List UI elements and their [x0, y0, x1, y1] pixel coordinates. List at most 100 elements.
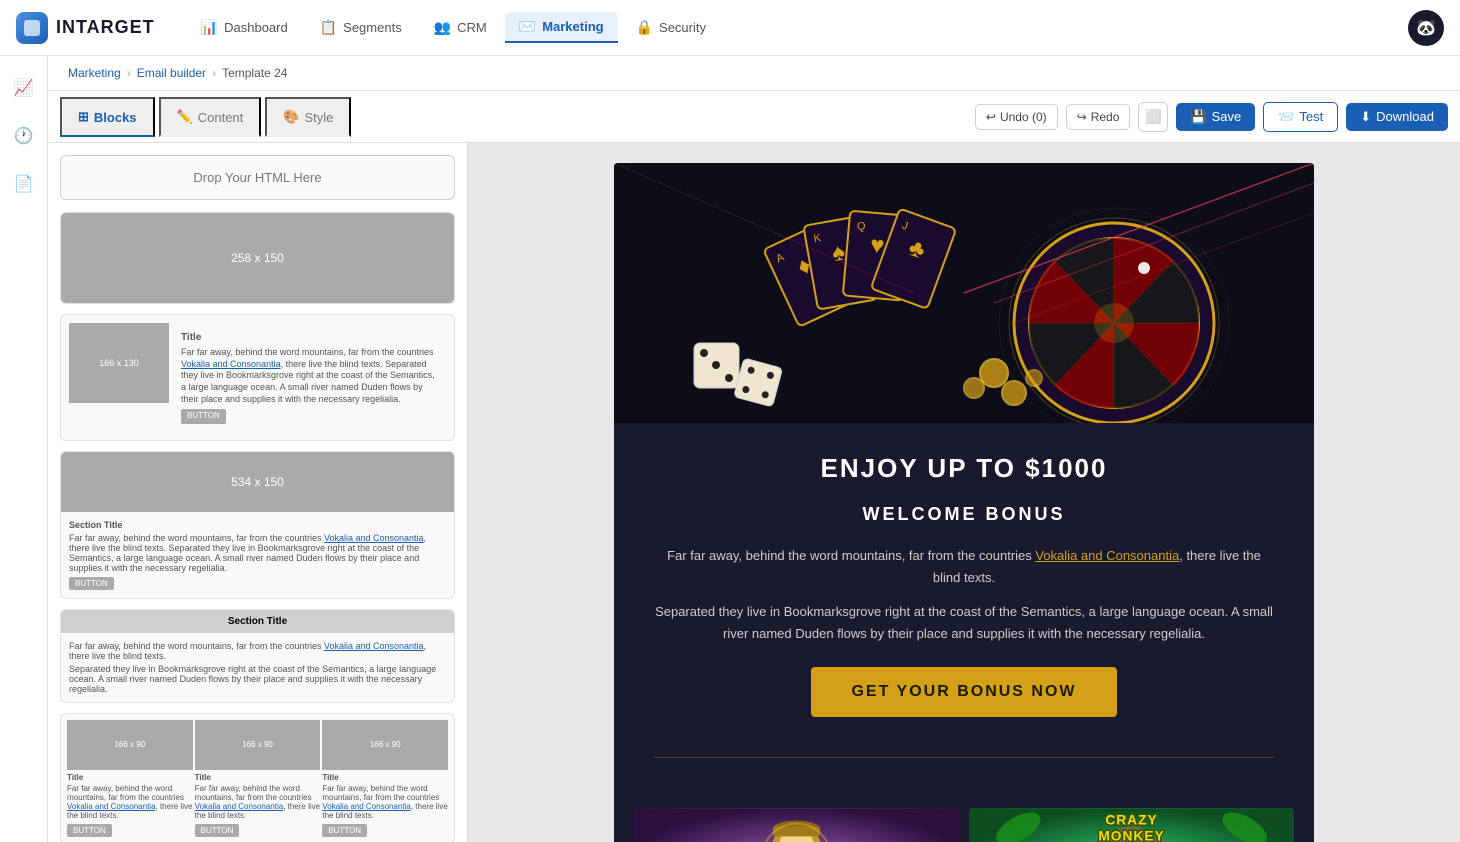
block-5-img2: 166 x 90 — [195, 720, 321, 770]
casino-desc2: Separated they live in Bookmarksgrove ri… — [654, 601, 1274, 645]
svg-text:MONKEY: MONKEY — [1098, 829, 1164, 842]
block-5-btn1: BUTTON — [67, 824, 112, 837]
editor-main-toolbar: ⊞ Blocks ✏️ Content 🎨 Style ↩ Undo (0) — [48, 91, 1460, 143]
block-4-link: Vokalia and Consonantia — [324, 641, 424, 651]
casino-link: Vokalia and Consonantia — [1035, 548, 1179, 563]
block-5-link1: Vokalia and Consonantia — [67, 802, 156, 811]
block-1-image: 258 x 150 — [61, 213, 454, 303]
block-5-col2: 166 x 90 Title Far far away, behind the … — [195, 720, 321, 837]
block-2-desc: Far far away, behind the word mountains,… — [181, 347, 438, 405]
block-5-link2: Vokalia and Consonantia — [195, 802, 284, 811]
breadcrumb: Marketing › Email builder › Template 24 — [48, 56, 1460, 91]
avatar[interactable]: 🐼 — [1408, 10, 1444, 46]
block-5-link3: Vokalia and Consonantia — [322, 802, 411, 811]
block-4-text: Far far away, behind the word mountains,… — [61, 633, 454, 702]
tab-style[interactable]: 🎨 Style — [265, 97, 351, 137]
marketing-icon: ✉️ — [519, 18, 536, 35]
block-three-col[interactable]: 166 x 90 Title Far far away, behind the … — [60, 713, 455, 842]
block-5-desc2: Far far away, behind the word mountains,… — [195, 784, 321, 820]
breadcrumb-email-builder[interactable]: Email builder — [137, 66, 206, 80]
crazy-monkey-thumb: CRAZY MONKEY — [969, 808, 1294, 842]
style-icon: 🎨 — [283, 109, 299, 125]
block-5-img1: 166 x 90 — [67, 720, 193, 770]
nav-item-security[interactable]: 🔒 Security — [622, 13, 720, 42]
block-2-link: Vokalia and Consonantia — [181, 359, 281, 369]
block-2-btn: BUTTON — [181, 409, 226, 423]
block-wide-image-text[interactable]: 534 x 150 Section Title Far far away, be… — [60, 451, 455, 599]
undo-button[interactable]: ↩ Undo (0) — [975, 104, 1058, 130]
logo-icon — [16, 12, 48, 44]
svg-text:Q: Q — [856, 220, 866, 233]
nav-items: 📊 Dashboard 📋 Segments 👥 CRM ✉️ Marketin… — [187, 12, 1408, 43]
redo-icon: ↪ — [1077, 110, 1087, 124]
block-2-title: Title — [181, 331, 438, 344]
security-icon: 🔒 — [636, 19, 653, 36]
welcome-bonus-label: WELCOME BONUS — [654, 504, 1274, 525]
bonus-cta-button[interactable]: GET YOUR BONUS NOW — [811, 667, 1116, 717]
drop-zone[interactable]: Drop Your HTML Here — [60, 155, 455, 200]
save-icon: 💾 — [1190, 109, 1206, 125]
save-button[interactable]: 💾 Save — [1176, 103, 1255, 131]
content-icon: ✏️ — [177, 109, 193, 125]
book-of-ra-svg: BOOK OF RA — [634, 808, 959, 842]
block-section-title[interactable]: Section Title Far far away, behind the w… — [60, 609, 455, 703]
logo-text: INTARGET — [56, 17, 155, 38]
casino-desc1: Far far away, behind the word mountains,… — [654, 545, 1274, 589]
block-5-title1: Title — [67, 773, 193, 782]
download-button[interactable]: ⬇ Download — [1346, 103, 1448, 131]
block-full-image[interactable]: 258 x 150 — [60, 212, 455, 304]
email-preview: ♦ A ♠ K ♥ — [614, 163, 1314, 842]
block-5-desc3: Far far away, behind the word mountains,… — [322, 784, 448, 820]
block-3-image: 534 x 150 — [61, 452, 454, 512]
redo-button[interactable]: ↪ Redo — [1066, 104, 1131, 130]
block-4-desc1: Far far away, behind the word mountains,… — [69, 641, 446, 661]
top-navigation: INTARGET 📊 Dashboard 📋 Segments 👥 CRM ✉️… — [0, 0, 1460, 56]
full-editor: Marketing › Email builder › Template 24 … — [48, 56, 1460, 842]
nav-item-dashboard[interactable]: 📊 Dashboard — [187, 13, 302, 42]
block-5-title2: Title — [195, 773, 321, 782]
block-3-desc: Far far away, behind the word mountains,… — [69, 533, 446, 573]
segments-icon: 📋 — [320, 19, 337, 36]
casino-content-area: ENJOY UP TO $1000 WELCOME BONUS Far far … — [614, 423, 1314, 808]
dashboard-icon: 📊 — [201, 19, 218, 36]
svg-text:CRAZY: CRAZY — [1105, 813, 1157, 828]
sidebar-icon-template[interactable]: 📄 — [8, 168, 40, 200]
block-3-text: Section Title Far far away, behind the w… — [61, 512, 454, 598]
block-5-cols: 166 x 90 Title Far far away, behind the … — [61, 714, 454, 842]
test-icon: 📨 — [1278, 109, 1294, 125]
block-5-title3: Title — [322, 773, 448, 782]
tab-blocks[interactable]: ⊞ Blocks — [60, 97, 155, 137]
crazy-monkey-svg: CRAZY MONKEY — [969, 808, 1294, 842]
block-2-text: Title Far far away, behind the word moun… — [173, 323, 446, 432]
fullscreen-icon: ⬜ — [1145, 109, 1162, 125]
block-3-title: Section Title — [69, 520, 446, 530]
block-2-content: 166 x 130 Title Far far away, behind the… — [61, 315, 454, 440]
panel-tabs: ⊞ Blocks ✏️ Content 🎨 Style — [60, 97, 351, 136]
block-image-text[interactable]: 166 x 130 Title Far far away, behind the… — [60, 314, 455, 441]
left-panel: Drop Your HTML Here 258 x 150 166 x 130 — [48, 143, 468, 842]
nav-item-segments[interactable]: 📋 Segments — [306, 13, 416, 42]
nav-item-marketing[interactable]: ✉️ Marketing — [505, 12, 618, 43]
sidebar-icon-clock[interactable]: 🕐 — [8, 120, 40, 152]
block-5-img3: 166 x 90 — [322, 720, 448, 770]
block-5-desc1: Far far away, behind the word mountains,… — [67, 784, 193, 820]
download-icon: ⬇ — [1360, 109, 1371, 125]
right-preview: ♦ A ♠ K ♥ — [468, 143, 1460, 842]
icon-sidebar: 📈 🕐 📄 — [0, 56, 48, 842]
block-4-desc2: Separated they live in Bookmarksgrove ri… — [69, 664, 446, 694]
casino-scene-svg: ♦ A ♠ K ♥ — [614, 163, 1314, 423]
sidebar-icon-analytics[interactable]: 📈 — [8, 72, 40, 104]
block-3-link: Vokalia and Consonantia — [324, 533, 424, 543]
breadcrumb-template: Template 24 — [222, 66, 287, 80]
enjoy-title: ENJOY UP TO $1000 — [654, 453, 1274, 484]
blocks-panel: Drop Your HTML Here 258 x 150 166 x 130 — [48, 143, 467, 842]
test-button[interactable]: 📨 Test — [1263, 102, 1338, 132]
blocks-icon: ⊞ — [78, 109, 89, 125]
nav-item-crm[interactable]: 👥 CRM — [420, 13, 501, 42]
casino-header: ♦ A ♠ K ♥ — [614, 163, 1314, 423]
logo-area: INTARGET — [16, 12, 155, 44]
fullscreen-button[interactable]: ⬜ — [1138, 102, 1168, 132]
undo-icon: ↩ — [986, 110, 996, 124]
breadcrumb-marketing[interactable]: Marketing — [68, 66, 121, 80]
tab-content[interactable]: ✏️ Content — [159, 97, 262, 137]
